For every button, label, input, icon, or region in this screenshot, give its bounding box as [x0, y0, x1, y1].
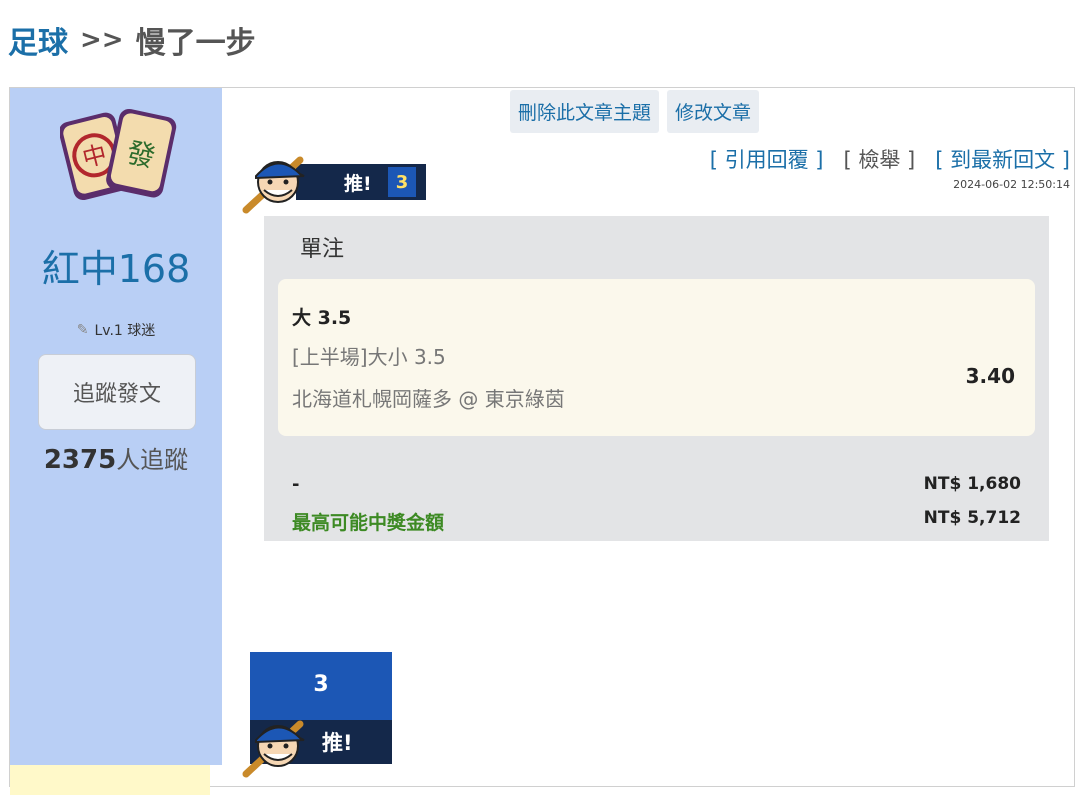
- post-actions: [ 引用回覆 ] [ 檢舉 ] [ 到最新回文 ]: [710, 144, 1070, 174]
- mahjong-avatar-icon[interactable]: 中 發: [60, 102, 178, 210]
- post-timestamp: 2024-06-02 12:50:14: [953, 178, 1070, 191]
- follower-count: 2375人追蹤: [10, 440, 222, 475]
- latest-reply-link[interactable]: [ 到最新回文 ]: [935, 144, 1070, 174]
- next-post-strip: [10, 765, 210, 795]
- baseball-mascot-icon: [242, 720, 305, 778]
- bet-slip: 單注 大 3.5 [上半場]大小 3.5 北海道札幌岡薩多 @ 東京綠茵 3.4…: [264, 216, 1049, 541]
- author-level: ✎ Lv.1 球迷: [10, 320, 222, 340]
- baseball-mascot-icon: [242, 156, 305, 214]
- delete-topic-button[interactable]: 刪除此文章主題: [510, 90, 660, 133]
- breadcrumb-separator: >>: [80, 25, 124, 55]
- push-button[interactable]: 3 推!: [242, 652, 392, 778]
- bet-type: 單注: [300, 237, 345, 262]
- push-box-count: 3: [313, 672, 329, 697]
- author-name[interactable]: 紅中168: [10, 238, 222, 293]
- bet-match: 北海道札幌岡薩多 @ 東京綠茵: [292, 387, 565, 411]
- bet-pick: 大 3.5: [292, 307, 352, 329]
- admin-toolbar: 刪除此文章主題 修改文章: [510, 90, 760, 133]
- follow-button[interactable]: 追蹤發文: [38, 354, 196, 430]
- pencil-icon: ✎: [76, 322, 89, 338]
- post-container: 中 發 紅中168 ✎ Lv.1 球迷 追蹤發文 2375人追蹤 刪除此文章主題…: [9, 87, 1076, 795]
- stake-amount: NT$ 1,680: [923, 474, 1021, 494]
- push-badge[interactable]: 推! 3: [240, 146, 426, 214]
- payout-label: 最高可能中獎金額: [292, 512, 445, 534]
- breadcrumb-section-link[interactable]: 足球: [8, 18, 68, 62]
- report-link[interactable]: [ 檢舉 ]: [844, 144, 916, 174]
- bet-selection-card: 大 3.5 [上半場]大小 3.5 北海道札幌岡薩多 @ 東京綠茵 3.40: [278, 279, 1035, 436]
- edit-post-button[interactable]: 修改文章: [667, 90, 760, 133]
- author-sidebar: 中 發 紅中168 ✎ Lv.1 球迷 追蹤發文 2375人追蹤: [10, 88, 222, 765]
- quote-reply-link[interactable]: [ 引用回覆 ]: [710, 144, 824, 174]
- push-count: 3: [388, 167, 416, 197]
- follower-number: 2375: [43, 445, 117, 475]
- payout-amount: NT$ 5,712: [923, 508, 1021, 528]
- author-level-text: Lv.1 球迷: [94, 323, 156, 339]
- stake-label: -: [292, 474, 300, 495]
- post-main: 刪除此文章主題 修改文章 推! 3 [ 引用回覆 ] [ 檢舉 ] [ 到最新回…: [222, 88, 1076, 788]
- bet-market: [上半場]大小 3.5: [292, 345, 446, 369]
- breadcrumb: 足球 >> 慢了一步: [8, 18, 256, 62]
- bet-odds: 3.40: [965, 364, 1015, 388]
- page-title: 慢了一步: [135, 26, 256, 61]
- follower-suffix: 人追蹤: [116, 446, 189, 474]
